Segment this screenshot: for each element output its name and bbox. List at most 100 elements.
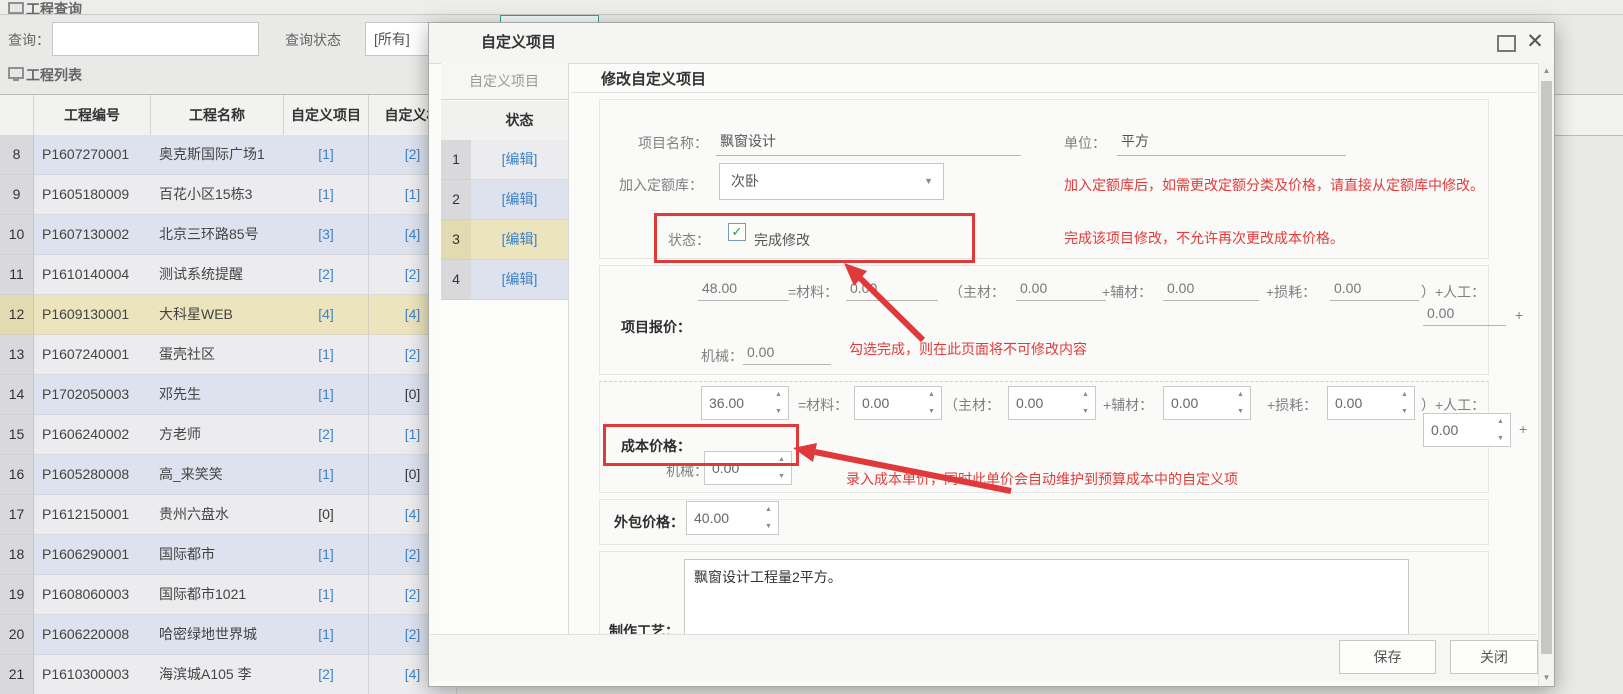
unit-field[interactable]: 平方 bbox=[1117, 131, 1346, 156]
project-name-cell[interactable]: 邓先生 bbox=[151, 375, 292, 415]
spinner-arrows-icon[interactable] bbox=[775, 453, 788, 483]
query-input[interactable] bbox=[52, 22, 259, 56]
list-item[interactable]: 4[编辑] bbox=[441, 260, 568, 300]
scrollbar-thumb[interactable] bbox=[1541, 81, 1552, 654]
project-name-cell[interactable]: 海滨城A105 李 bbox=[151, 655, 292, 694]
project-name-cell[interactable]: 高_来笑笑 bbox=[151, 455, 292, 495]
project-name-field[interactable]: 飘窗设计 bbox=[716, 131, 1021, 156]
quote-aux-field[interactable]: 0.00 bbox=[1163, 280, 1259, 301]
scroll-up-icon[interactable] bbox=[1539, 63, 1554, 79]
project-name-cell[interactable]: 哈密绿地世界城 bbox=[151, 615, 292, 655]
quote-loss-label: +损耗： bbox=[1266, 282, 1316, 302]
row-number: 15 bbox=[0, 415, 34, 455]
dialog-scrollbar[interactable] bbox=[1538, 63, 1554, 686]
quote-note: 勾选完成，则在此页面将不可修改内容 bbox=[849, 339, 1087, 359]
cost-labor-spinner[interactable]: 0.00 bbox=[1423, 413, 1511, 447]
custom-items-link[interactable]: [4] bbox=[284, 295, 369, 335]
project-name-cell[interactable]: 国际都市1021 bbox=[151, 575, 292, 615]
cost-main-value: 0.00 bbox=[1016, 387, 1043, 419]
edit-link[interactable]: [编辑] bbox=[471, 220, 568, 260]
cost-material-spinner[interactable]: 0.00 bbox=[854, 386, 942, 420]
edit-link[interactable]: [编辑] bbox=[471, 180, 568, 220]
quote-main-field[interactable]: 0.00 bbox=[1016, 280, 1106, 301]
outsource-price-spinner[interactable]: 40.00 bbox=[686, 501, 779, 535]
project-code-cell[interactable]: P1607240001 bbox=[34, 335, 159, 375]
custom-items-link[interactable]: [1] bbox=[284, 535, 369, 575]
project-code-cell[interactable]: P1605280008 bbox=[34, 455, 159, 495]
project-code-cell[interactable]: P1605180009 bbox=[34, 175, 159, 215]
list-item[interactable]: 1[编辑] bbox=[441, 140, 568, 180]
check-icon bbox=[732, 224, 743, 239]
project-name-cell[interactable]: 蛋壳社区 bbox=[151, 335, 292, 375]
custom-items-link[interactable]: [2] bbox=[284, 655, 369, 694]
status-column-header[interactable]: 状态 bbox=[471, 101, 568, 140]
custom-items-link[interactable]: [3] bbox=[284, 215, 369, 255]
spinner-arrows-icon[interactable] bbox=[762, 503, 775, 533]
list-item[interactable]: 3[编辑] bbox=[441, 220, 568, 260]
spinner-arrows-icon[interactable] bbox=[1079, 388, 1092, 418]
project-name-cell[interactable]: 贵州六盘水 bbox=[151, 495, 292, 535]
custom-items-link[interactable]: [2] bbox=[284, 255, 369, 295]
project-code-cell[interactable]: P1612150001 bbox=[34, 495, 159, 535]
quote-total-field[interactable]: 48.00 bbox=[698, 280, 789, 301]
project-code-cell[interactable]: P1610300003 bbox=[34, 655, 159, 694]
spinner-arrows-icon[interactable] bbox=[1234, 388, 1247, 418]
list-item[interactable]: 2[编辑] bbox=[441, 180, 568, 220]
project-name-cell[interactable]: 百花小区15栋3 bbox=[151, 175, 292, 215]
project-name-cell[interactable]: 大科星WEB bbox=[151, 295, 292, 335]
project-code-cell[interactable]: P1607270001 bbox=[34, 135, 159, 175]
project-code-cell[interactable]: P1606290001 bbox=[34, 535, 159, 575]
spinner-arrows-icon[interactable] bbox=[772, 388, 785, 418]
cost-machine-spinner[interactable]: 0.00 bbox=[704, 451, 792, 485]
project-code-header[interactable]: 工程编号 bbox=[34, 95, 151, 135]
cost-aux-spinner[interactable]: 0.00 bbox=[1163, 386, 1251, 420]
spinner-arrows-icon[interactable] bbox=[925, 388, 938, 418]
list-panel-title: 自定义项目 bbox=[441, 63, 568, 100]
custom-items-link[interactable]: [1] bbox=[284, 335, 369, 375]
quota-library-dropdown[interactable]: 次卧 bbox=[719, 163, 944, 200]
maximize-icon[interactable] bbox=[1497, 35, 1516, 52]
cost-labor-label: ）+人工： bbox=[1421, 395, 1485, 415]
custom-items-link[interactable]: [1] bbox=[284, 135, 369, 175]
project-name-cell[interactable]: 国际都市 bbox=[151, 535, 292, 575]
custom-items-link[interactable]: [1] bbox=[284, 455, 369, 495]
edit-link[interactable]: [编辑] bbox=[471, 140, 568, 180]
project-code-cell[interactable]: P1606220008 bbox=[34, 615, 159, 655]
spinner-arrows-icon[interactable] bbox=[1398, 388, 1411, 418]
custom-items-link[interactable]: [2] bbox=[284, 415, 369, 455]
custom-items-header[interactable]: 自定义项目 bbox=[284, 95, 369, 135]
quote-machine-field[interactable]: 0.00 bbox=[743, 344, 831, 365]
row-number: 10 bbox=[0, 215, 34, 255]
cost-main-spinner[interactable]: 0.00 bbox=[1008, 386, 1096, 420]
project-name-cell[interactable]: 奥克斯国际广场1 bbox=[151, 135, 292, 175]
scroll-down-icon[interactable] bbox=[1539, 670, 1554, 686]
project-code-cell[interactable]: P1607130002 bbox=[34, 215, 159, 255]
project-code-cell[interactable]: P1609130001 bbox=[34, 295, 159, 335]
project-name-cell[interactable]: 北京三环路85号 bbox=[151, 215, 292, 255]
project-query-title: 工程查询 bbox=[26, 0, 82, 15]
quote-labor-field[interactable]: 0.00 bbox=[1423, 305, 1506, 326]
project-code-cell[interactable]: P1702050003 bbox=[34, 375, 159, 415]
project-name-cell[interactable]: 测试系统提醒 bbox=[151, 255, 292, 295]
custom-items-link[interactable]: [1] bbox=[284, 575, 369, 615]
status-checkbox-label: 完成修改 bbox=[754, 230, 810, 250]
custom-items-link[interactable]: [1] bbox=[284, 375, 369, 415]
custom-items-link[interactable]: [1] bbox=[284, 615, 369, 655]
project-name-cell[interactable]: 方老师 bbox=[151, 415, 292, 455]
project-code-cell[interactable]: P1608060003 bbox=[34, 575, 159, 615]
cost-loss-label: +损耗： bbox=[1267, 395, 1317, 415]
cost-total-spinner[interactable]: 36.00 bbox=[701, 386, 789, 420]
edit-link[interactable]: [编辑] bbox=[471, 260, 568, 300]
close-icon[interactable] bbox=[1523, 29, 1547, 55]
project-code-cell[interactable]: P1606240002 bbox=[34, 415, 159, 455]
cost-loss-spinner[interactable]: 0.00 bbox=[1327, 386, 1415, 420]
status-checkbox[interactable] bbox=[728, 223, 746, 241]
project-name-header[interactable]: 工程名称 bbox=[151, 95, 284, 135]
save-button[interactable]: 保存 bbox=[1339, 640, 1436, 674]
custom-items-link[interactable]: [1] bbox=[284, 175, 369, 215]
spinner-arrows-icon[interactable] bbox=[1494, 415, 1507, 445]
quote-material-field[interactable]: 0.00 bbox=[846, 280, 938, 301]
project-code-cell[interactable]: P1610140004 bbox=[34, 255, 159, 295]
quote-loss-field[interactable]: 0.00 bbox=[1330, 280, 1419, 301]
close-button[interactable]: 关闭 bbox=[1450, 640, 1538, 674]
